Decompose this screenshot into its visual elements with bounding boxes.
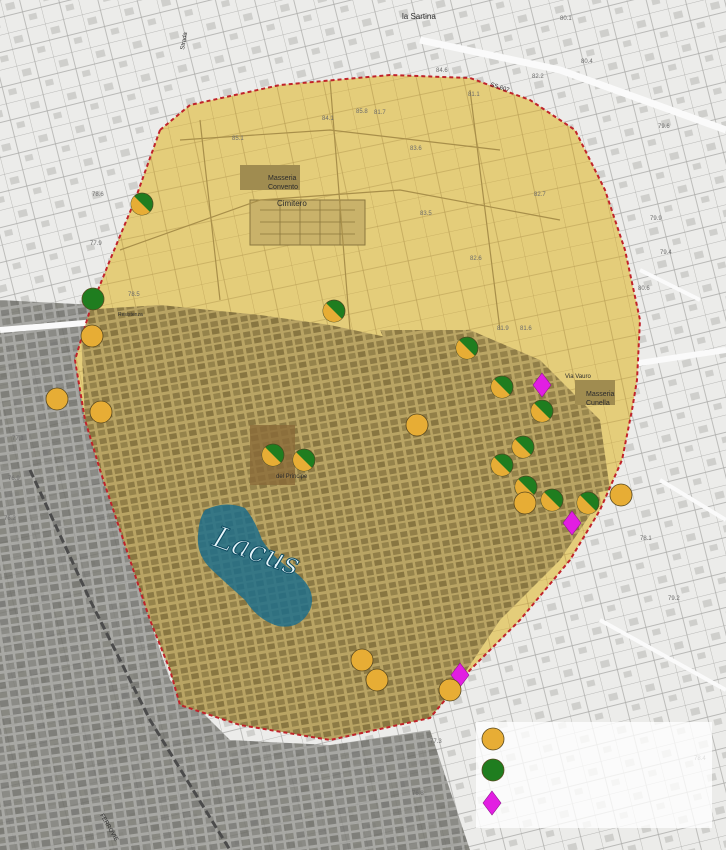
- spot-height: 83.5: [420, 211, 432, 217]
- label-via-vauro: Via Vauro: [565, 374, 591, 380]
- site-marker-mixed[interactable]: [130, 192, 154, 216]
- spot-height: 81.1: [468, 92, 480, 98]
- site-marker-orange[interactable]: [45, 387, 69, 411]
- site-marker-mixed[interactable]: [490, 375, 514, 399]
- spot-height: 78.5: [128, 292, 140, 298]
- spot-height: 85.1: [232, 136, 244, 142]
- label-palazzo: del Principe: [276, 474, 308, 480]
- spot-height: 79.4: [660, 250, 672, 256]
- legend-symbol-green: [481, 758, 505, 782]
- spot-height: 80.1: [560, 16, 572, 22]
- site-marker-orange[interactable]: [350, 648, 374, 672]
- site-marker-orange[interactable]: [89, 400, 113, 424]
- spot-height: 82.2: [532, 74, 544, 80]
- spot-height: 82.7: [534, 192, 546, 198]
- spot-height: 84.1: [322, 116, 334, 122]
- site-marker-mixed[interactable]: [576, 491, 600, 515]
- site-marker-orange[interactable]: [609, 483, 633, 507]
- legend-symbol-orange: [481, 727, 505, 751]
- label-cimitero: Cimitero: [277, 199, 307, 208]
- label-sartina: la Sartina: [402, 12, 436, 21]
- spot-height: 77.1: [12, 436, 24, 442]
- spot-height: 77.3: [430, 739, 442, 745]
- legend-box: [476, 722, 712, 828]
- site-marker-orange[interactable]: [365, 668, 389, 692]
- spot-height: 84.6: [436, 68, 448, 74]
- site-marker-orange[interactable]: [80, 324, 104, 348]
- spot-height: 76.9: [8, 476, 20, 482]
- spot-height: 76.2: [4, 516, 16, 522]
- spot-height: 79.2: [668, 596, 680, 602]
- site-marker-orange[interactable]: [438, 678, 462, 702]
- spot-height: 81.7: [374, 110, 386, 116]
- site-marker-orange[interactable]: [513, 491, 537, 515]
- legend: [476, 722, 712, 828]
- spot-height: 81.9: [497, 326, 509, 332]
- map-canvas[interactable]: Lacus la Sartina Masseria Convento Cimite…: [0, 0, 726, 850]
- site-marker-mixed[interactable]: [530, 399, 554, 423]
- site-marker-mixed[interactable]: [511, 435, 535, 459]
- spot-height: 78.1: [640, 536, 652, 542]
- site-marker-mixed[interactable]: [490, 453, 514, 477]
- spot-height: 76.8: [412, 791, 424, 797]
- spot-height: 80.6: [638, 286, 650, 292]
- site-marker-mixed[interactable]: [455, 336, 479, 360]
- spot-height: 79.6: [658, 124, 670, 130]
- spot-height: 81.6: [520, 326, 532, 332]
- site-marker-green[interactable]: [81, 287, 105, 311]
- spot-height: 78.6: [92, 192, 104, 198]
- spot-height: 82.6: [470, 256, 482, 262]
- spot-height: 85.8: [356, 109, 368, 115]
- spot-height: 80.4: [581, 59, 593, 65]
- site-marker-orange[interactable]: [405, 413, 429, 437]
- site-marker-mixed[interactable]: [540, 488, 564, 512]
- site-marker-mixed[interactable]: [322, 299, 346, 323]
- spot-height: 79.9: [650, 216, 662, 222]
- label-resistenza: Resistenza: [118, 312, 143, 318]
- site-marker-mixed[interactable]: [292, 448, 316, 472]
- site-marker-mixed[interactable]: [261, 443, 285, 467]
- spot-height: 83.6: [410, 146, 422, 152]
- cemetery: [249, 199, 366, 246]
- spot-height: 77.9: [90, 241, 102, 247]
